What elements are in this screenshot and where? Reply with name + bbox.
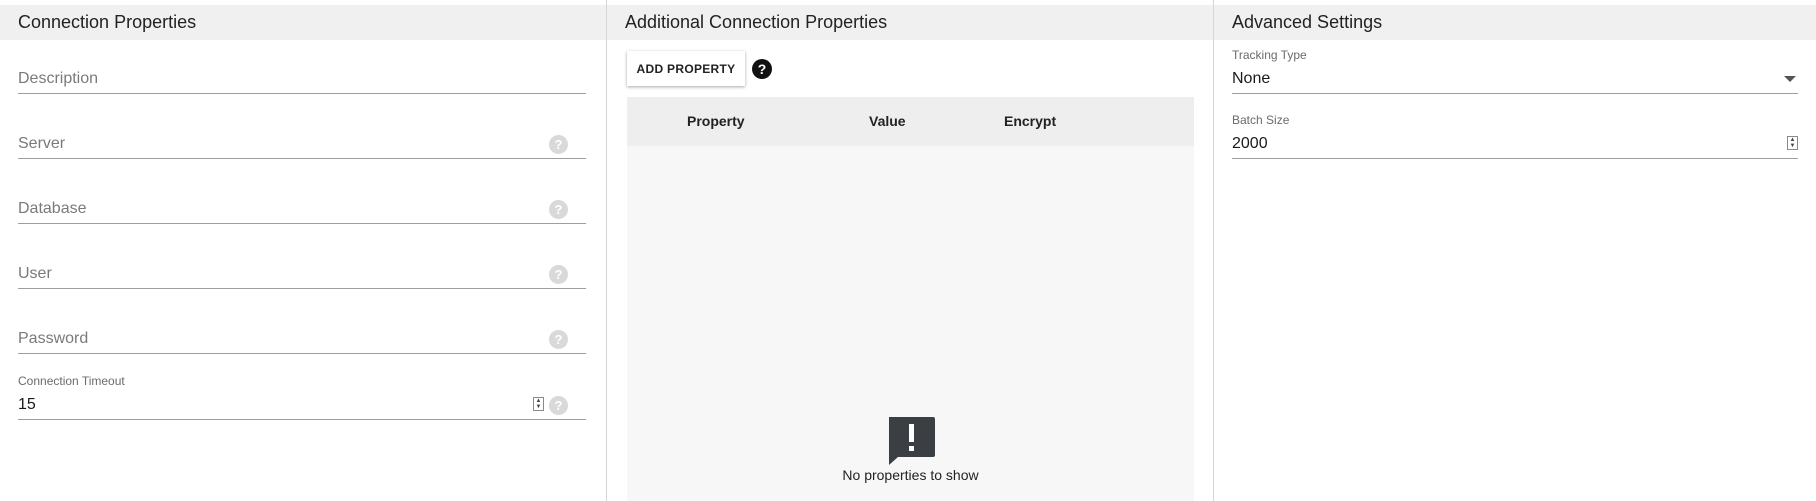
server-field[interactable]: Server ? (18, 123, 586, 159)
user-help-icon[interactable]: ? (549, 265, 568, 284)
connection-properties-panel: Connection Properties Description Server… (0, 0, 606, 501)
add-property-button[interactable]: ADD PROPERTY (627, 51, 745, 86)
tracking-type-label: Tracking Type (1232, 48, 1307, 62)
database-underline (18, 223, 586, 224)
batch-size-value[interactable]: 2000 (1232, 135, 1268, 153)
connection-properties-title: Connection Properties (0, 5, 606, 40)
password-placeholder: Password (18, 330, 89, 347)
connection-timeout-spinner[interactable]: ▲ ▼ (533, 397, 544, 411)
server-underline (18, 158, 586, 159)
password-help-icon[interactable]: ? (549, 330, 568, 349)
tracking-type-underline (1232, 93, 1798, 94)
exclamation-speech-bubble-icon (889, 417, 935, 465)
spinner-down-icon[interactable]: ▼ (534, 404, 543, 410)
empty-message: No properties to show (842, 467, 979, 483)
user-placeholder: User (18, 265, 52, 282)
column-header-value[interactable]: Value (869, 97, 906, 146)
database-placeholder: Database (18, 200, 87, 217)
tracking-type-select[interactable]: Tracking Type None (1232, 47, 1798, 94)
password-field[interactable]: Password ? (18, 318, 586, 354)
connection-timeout-underline (18, 419, 586, 420)
connection-settings-page: Connection Properties Description Server… (0, 0, 1816, 501)
column-header-property[interactable]: Property (687, 97, 745, 146)
connection-timeout-help-icon[interactable]: ? (549, 396, 568, 415)
add-property-help-icon[interactable]: ? (752, 59, 772, 79)
connection-timeout-value[interactable]: 15 (18, 396, 36, 414)
advanced-settings-panel: Advanced Settings Tracking Type None Bat… (1214, 0, 1816, 501)
additional-properties-panel: Additional Connection Properties ADD PRO… (607, 0, 1213, 501)
database-help-icon[interactable]: ? (549, 200, 568, 219)
connection-timeout-label: Connection Timeout (18, 374, 125, 388)
database-field[interactable]: Database ? (18, 188, 586, 224)
password-underline (18, 353, 586, 354)
properties-grid-header: Property Value Encrypt (627, 97, 1194, 146)
advanced-settings-title: Advanced Settings (1214, 5, 1816, 40)
spinner-down-icon[interactable]: ▼ (1788, 143, 1797, 149)
batch-size-field[interactable]: Batch Size 2000 ▲ ▼ (1232, 112, 1798, 159)
server-help-icon[interactable]: ? (549, 135, 568, 154)
description-placeholder: Description (18, 70, 99, 87)
batch-size-spinner[interactable]: ▲ ▼ (1787, 136, 1798, 150)
additional-properties-title: Additional Connection Properties (607, 5, 1213, 40)
batch-size-label: Batch Size (1232, 113, 1290, 127)
tracking-type-value[interactable]: None (1232, 70, 1270, 88)
description-field[interactable]: Description (18, 58, 586, 94)
description-underline (18, 93, 586, 94)
column-header-encrypt[interactable]: Encrypt (1004, 97, 1056, 146)
server-placeholder: Server (18, 135, 66, 152)
batch-size-underline (1232, 158, 1798, 159)
user-underline (18, 288, 586, 289)
chevron-down-icon[interactable] (1784, 76, 1796, 82)
connection-timeout-field[interactable]: Connection Timeout 15 ▲ ▼ ? (18, 373, 586, 420)
properties-grid: Property Value Encrypt No properties to … (627, 97, 1194, 501)
user-field[interactable]: User ? (18, 253, 586, 289)
